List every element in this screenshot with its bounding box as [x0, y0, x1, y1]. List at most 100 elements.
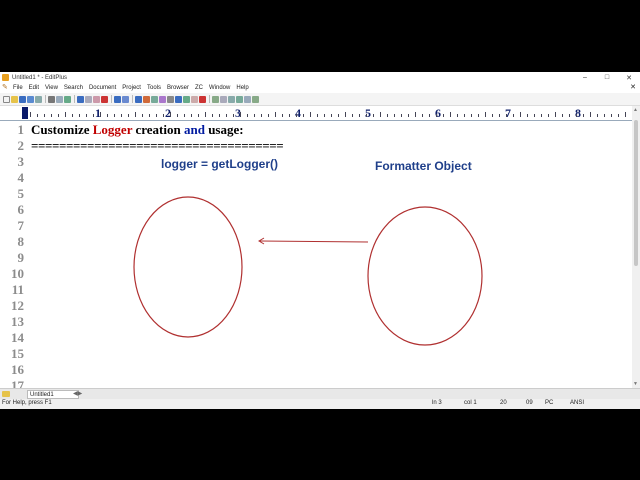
print-preview-icon[interactable]: [56, 95, 63, 103]
menu-tools[interactable]: Tools: [147, 85, 161, 91]
menu-project[interactable]: Project: [122, 85, 141, 91]
ruler-tick: [408, 114, 409, 117]
find-icon[interactable]: [135, 95, 142, 103]
status-column: col 1: [464, 400, 477, 406]
ruler-tick: [331, 114, 332, 117]
save-all-icon[interactable]: [27, 95, 34, 103]
scroll-down-arrow-icon[interactable]: ▼: [633, 381, 638, 387]
ruler-tick: [611, 114, 612, 117]
ruler-tick: [142, 114, 143, 117]
ruler-tick: [254, 114, 255, 117]
ruler-tick: [485, 112, 486, 117]
word-wrap-icon[interactable]: [167, 95, 174, 103]
line-number: 5: [17, 186, 25, 201]
ruler-tick: [604, 114, 605, 117]
toolbar-separator: [132, 95, 133, 103]
ruler-tick: [401, 114, 402, 117]
status-bar: For Help, press F1 ln 3 col 1 20 09 PC A…: [0, 399, 640, 409]
screen-icon[interactable]: [191, 95, 198, 103]
ruler-tick: [212, 114, 213, 117]
ruler-tick: [289, 114, 290, 117]
ruler-tick: [471, 114, 472, 117]
ruler-tick: [464, 114, 465, 117]
window-list-icon[interactable]: [228, 95, 235, 103]
line-number: 15: [11, 346, 24, 361]
ruler-tick: [597, 114, 598, 117]
ruler-tick: [121, 114, 122, 117]
menu-view[interactable]: View: [45, 85, 58, 91]
cut-icon[interactable]: [77, 95, 84, 103]
menu-document[interactable]: Document: [89, 85, 116, 91]
next-icon[interactable]: [151, 95, 158, 103]
print-icon[interactable]: [48, 95, 55, 103]
copy-icon[interactable]: [85, 95, 92, 103]
minimize-button[interactable]: –: [574, 74, 596, 81]
settings-icon[interactable]: [252, 95, 259, 103]
maximize-button[interactable]: □: [596, 74, 618, 81]
line-number: 8: [17, 234, 25, 249]
font-icon[interactable]: [159, 95, 166, 103]
menu-help[interactable]: Help: [236, 85, 248, 91]
ruler-tick: [562, 114, 563, 117]
ruler-tick: [569, 114, 570, 117]
window-cascade-icon[interactable]: [220, 95, 227, 103]
spell-check-icon[interactable]: [64, 95, 71, 103]
arrow-line: [259, 240, 369, 243]
document-close-button[interactable]: ✕: [630, 83, 636, 91]
menu-window[interactable]: Window: [209, 85, 230, 91]
menu-browser[interactable]: Browser: [167, 85, 189, 91]
line-number: 16: [11, 362, 24, 377]
logger-ellipse: [133, 196, 243, 338]
line-number: 9: [17, 250, 25, 265]
tab-untitled1[interactable]: Untitled1: [27, 390, 79, 399]
line-number: 6: [17, 202, 25, 217]
open-folder-icon[interactable]: [11, 95, 18, 103]
vertical-scrollbar[interactable]: ▲ ▼: [632, 106, 640, 388]
undo-icon[interactable]: [114, 95, 121, 103]
tools-icon[interactable]: [244, 95, 251, 103]
toolbar-separator: [74, 95, 75, 103]
ruler-icon[interactable]: [183, 95, 190, 103]
menu-search[interactable]: Search: [64, 85, 83, 91]
ruler-tick: [93, 114, 94, 117]
ruler-tick: [86, 114, 87, 117]
ruler-tick: [163, 114, 164, 117]
new-file-icon[interactable]: [3, 95, 10, 103]
menu-file[interactable]: File: [13, 85, 23, 91]
window-tile-icon[interactable]: [212, 95, 219, 103]
delete-icon[interactable]: [101, 95, 108, 103]
ruler-tick: [219, 114, 220, 117]
save-icon[interactable]: [19, 95, 26, 103]
ruler-tick: [492, 114, 493, 117]
check-icon[interactable]: [199, 95, 206, 103]
ruler-tick: [58, 114, 59, 117]
menu-edit[interactable]: Edit: [29, 85, 39, 91]
toolbar-separator: [111, 95, 112, 103]
folder-icon[interactable]: [2, 391, 10, 397]
ruler-tick: [198, 114, 199, 117]
replace-icon[interactable]: [143, 95, 150, 103]
close-button[interactable]: ✕: [618, 74, 640, 82]
browser-icon[interactable]: [236, 95, 243, 103]
scroll-up-arrow-icon[interactable]: ▲: [633, 107, 638, 113]
editor-text-area[interactable]: Customize Logger creation and usage: ===…: [28, 122, 632, 388]
ruler-tick: [184, 114, 185, 117]
redo-icon[interactable]: [122, 95, 129, 103]
paste-icon[interactable]: [93, 95, 100, 103]
editplus-app-icon: [2, 74, 9, 81]
ruler-tick: [345, 112, 346, 117]
ruler-tick: [79, 114, 80, 117]
tab-scroll-arrows-icon[interactable]: ◀▶: [73, 390, 82, 397]
line-number: 12: [11, 298, 24, 313]
ftp-icon[interactable]: [35, 95, 42, 103]
ruler-tick: [436, 114, 437, 117]
ruler-tick: [107, 114, 108, 117]
ruler-tick: [275, 112, 276, 117]
line-number-icon[interactable]: [175, 95, 182, 103]
scrollbar-thumb[interactable]: [634, 120, 638, 266]
line-number: 2: [17, 138, 25, 153]
ruler-tick: [191, 114, 192, 117]
ruler-tick: [282, 114, 283, 117]
menu-zc[interactable]: ZC: [195, 85, 203, 91]
status-line: ln 3: [432, 400, 442, 406]
